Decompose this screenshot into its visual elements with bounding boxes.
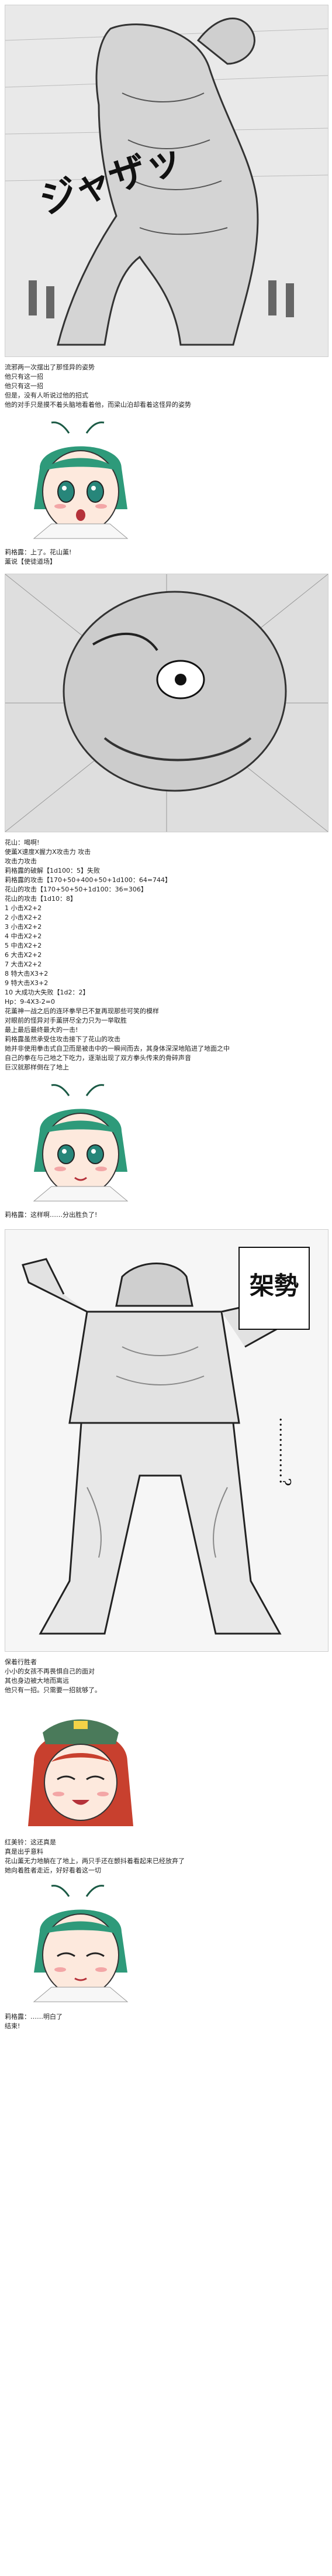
log-line: 最上最后最终最大的一击! <box>5 1026 78 1034</box>
manga-panel-closeup-face <box>5 574 328 832</box>
log-line: 花薫神一战之后的连环拳早已不复再现那些可笑的模样 <box>5 1007 159 1015</box>
narration-line: 他的对手只是摸不着头脑地看着他，而梁山泊却看着这怪异的姿势 <box>5 401 191 409</box>
narration-line: 他只有一招。只需要一招就够了。 <box>5 1686 101 1694</box>
log-line: 莉格露的攻击【170+50+400+50+1d100：64=744】 <box>5 876 172 884</box>
dialog-line: 真是出乎意料 <box>5 1848 43 1855</box>
log-line: Hp：9-4X3-2=0 <box>5 998 55 1006</box>
narration-line: 保着行胜者 <box>5 1658 37 1666</box>
narration-block-4: 保着行胜者 小小的女孩不再畏惧自己的面对 其也身边被大地而离远 他只有一招。只需… <box>5 1658 327 1695</box>
log-line: 2 小击X2+2 <box>5 914 42 921</box>
log-line: 8 特大击X3+2 <box>5 970 49 977</box>
dialog-block-2: 莉格露：这样啊……分出胜负了! <box>5 1210 327 1220</box>
meiling-portrait-happy <box>16 1709 145 1832</box>
narration-line: 他只有这一招 <box>5 382 43 390</box>
log-line: 对眼前的怪异对手薫拼尽全力只为一举取胜 <box>5 1017 127 1024</box>
dialog-line: 结束! <box>5 2022 20 2030</box>
wriggle-portrait-closed-eyes <box>16 1885 145 2008</box>
narration-line: 但是，没有人听说过他的招式 <box>5 392 88 399</box>
log-line: 9 特大击X3+2 <box>5 979 49 987</box>
dialog-block-1: 莉格露：上了。花山薫! 薫说【使徒道场】 <box>5 548 327 567</box>
battle-log-block: 花山：喝啊! 使薫X速度X握力X攻击力 攻击 攻击力攻击 莉格露的破解【1d10… <box>5 838 327 1072</box>
kamae-title: 架勢 <box>250 1271 299 1300</box>
log-line: 花山：喝啊! <box>5 839 40 846</box>
dialog-line: 莉格露：这样啊……分出胜负了! <box>5 1211 98 1219</box>
wriggle-portrait-surprised <box>16 421 145 544</box>
log-line: 5 中击X2+2 <box>5 942 42 949</box>
question-dots: …………? <box>276 1417 293 1486</box>
log-line: 花山的攻击【1d10：8】 <box>5 895 77 903</box>
manga-panel-kamae: 架勢 …………? <box>5 1229 328 1652</box>
log-line: 她并非使用拳击式自卫而是被击中的一瞬间而去，其身体深深地陷进了地面之中 <box>5 1045 230 1052</box>
dialog-line: 她向着胜者走近，好好看着这一切 <box>5 1867 101 1874</box>
log-line: 巨汉就那样倒在了地上 <box>5 1064 69 1071</box>
log-line: 3 小击X2+2 <box>5 923 42 931</box>
log-line: 使薫X速度X握力X攻击力 攻击 <box>5 848 91 856</box>
log-line: 4 中击X2+2 <box>5 932 42 940</box>
log-line: 6 大击X2+2 <box>5 951 42 959</box>
narration-line: 流邪两一次摆出了那怪异的姿势 <box>5 363 95 371</box>
log-line: 莉格露的破解【1d100：5】失败 <box>5 867 100 874</box>
log-line: 莉格露虽然承受住攻击接下了花山的攻击 <box>5 1035 120 1043</box>
narration-line: 其也身边被大地而离远 <box>5 1677 69 1685</box>
log-line: 攻击力攻击 <box>5 857 37 865</box>
narration-line: 小小的女孩不再畏惧自己的面对 <box>5 1668 95 1675</box>
wriggle-portrait-smile <box>16 1084 145 1207</box>
dialog-line: 红美铃：这还真是 <box>5 1838 56 1846</box>
dialog-line: 薫说【使徒道场】 <box>5 558 56 565</box>
dialog-line: 莉格露：上了。花山薫! <box>5 548 72 556</box>
narration-line: 他只有这一招 <box>5 373 43 380</box>
log-line: 1 小击X2+2 <box>5 904 42 912</box>
dialog-line: 花山薫无力地躺在了地上，两只手还在颤抖着看起来已经放弃了 <box>5 1857 185 1865</box>
dialog-block-3: 红美铃：这还真是 真是出乎意料 花山薫无力地躺在了地上，两只手还在颤抖着看起来已… <box>5 1838 327 1875</box>
dialog-line: 莉格露：……明白了 <box>5 2013 63 2021</box>
dialog-block-4: 莉格露：……明白了 结束! <box>5 2012 327 2031</box>
log-line: 7 大击X2+2 <box>5 961 42 968</box>
narration-block-1: 流邪两一次摆出了那怪异的姿势 他只有这一招 他只有这一招 但是，没有人听说过他的… <box>5 363 327 410</box>
log-line: 10 大成功大失败【1d2：2】 <box>5 989 89 996</box>
manga-panel-fighter-back: ジャザッ <box>5 5 328 357</box>
log-line: 自己的拳在与己地之下吃力，逐渐出现了双方拳头传来的骨碎声音 <box>5 1054 191 1062</box>
log-line: 花山的攻击【170+50+50+1d100：36=306】 <box>5 886 147 893</box>
